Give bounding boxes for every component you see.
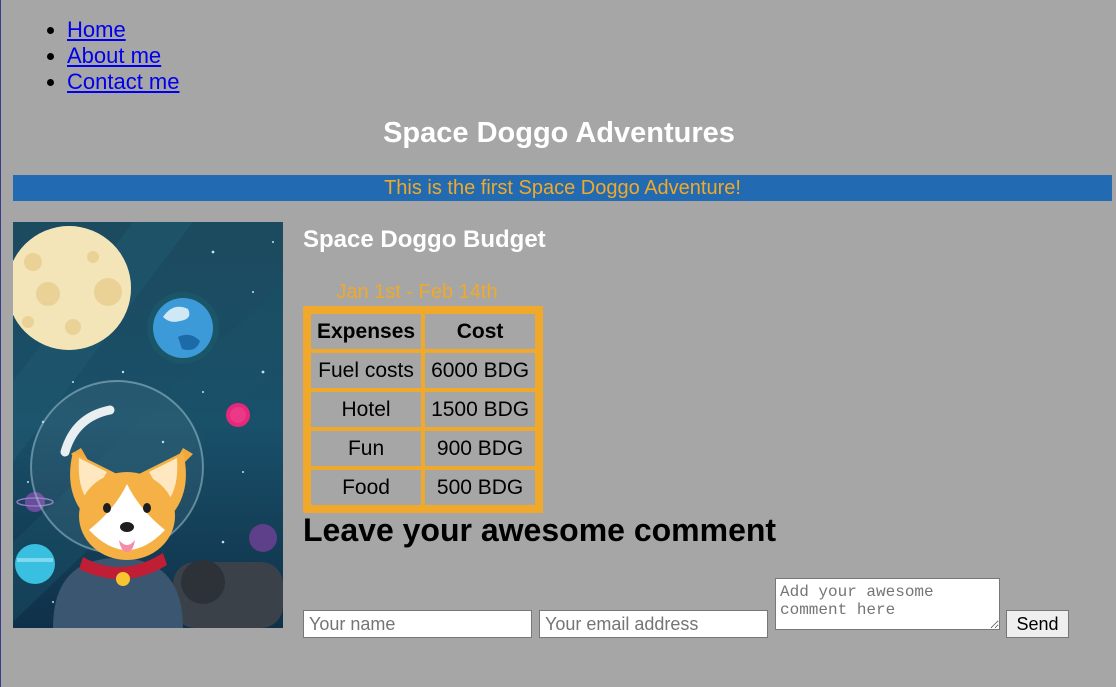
comment-heading: Leave your awesome comment <box>303 512 777 548</box>
expense-cell: Fuel costs <box>311 353 422 388</box>
table-row: Food 500 BDG <box>311 470 536 505</box>
table-row: Hotel 1500 BDG <box>311 392 536 427</box>
table-header-row: Expenses Cost <box>311 314 536 349</box>
nav-item-about: About me <box>67 43 180 69</box>
cost-cell: 500 BDG <box>425 470 536 505</box>
header-expenses: Expenses <box>311 314 422 349</box>
send-button[interactable]: Send <box>1006 610 1069 638</box>
nav-link-contact[interactable]: Contact me <box>67 69 180 94</box>
page-title: Space Doggo Adventures <box>383 117 735 149</box>
budget-caption: Jan 1st - Feb 14th <box>336 281 498 303</box>
expense-cell: Fun <box>311 431 422 466</box>
table-row: Fun 900 BDG <box>311 431 536 466</box>
cost-cell: 1500 BDG <box>425 392 536 427</box>
nav-item-contact: Contact me <box>67 69 180 95</box>
name-input[interactable] <box>303 610 532 638</box>
expense-cell: Hotel <box>311 392 422 427</box>
cost-cell: 900 BDG <box>425 431 536 466</box>
nav-list: Home About me Contact me <box>67 17 180 95</box>
nav-link-home[interactable]: Home <box>67 17 126 42</box>
space-doggo-illustration <box>13 222 283 628</box>
table-row: Fuel costs 6000 BDG <box>311 353 536 388</box>
banner: This is the first Space Doggo Adventure! <box>13 175 1112 201</box>
email-input[interactable] <box>539 610 768 638</box>
budget-table: Expenses Cost Fuel costs 6000 BDG Hotel … <box>303 306 544 513</box>
nav-link-about[interactable]: About me <box>67 43 161 68</box>
header-cost: Cost <box>425 314 536 349</box>
expense-cell: Food <box>311 470 422 505</box>
cost-cell: 6000 BDG <box>425 353 536 388</box>
comment-textarea[interactable] <box>775 578 1000 630</box>
nav-item-home: Home <box>67 17 180 43</box>
budget-heading: Space Doggo Budget <box>303 226 546 253</box>
